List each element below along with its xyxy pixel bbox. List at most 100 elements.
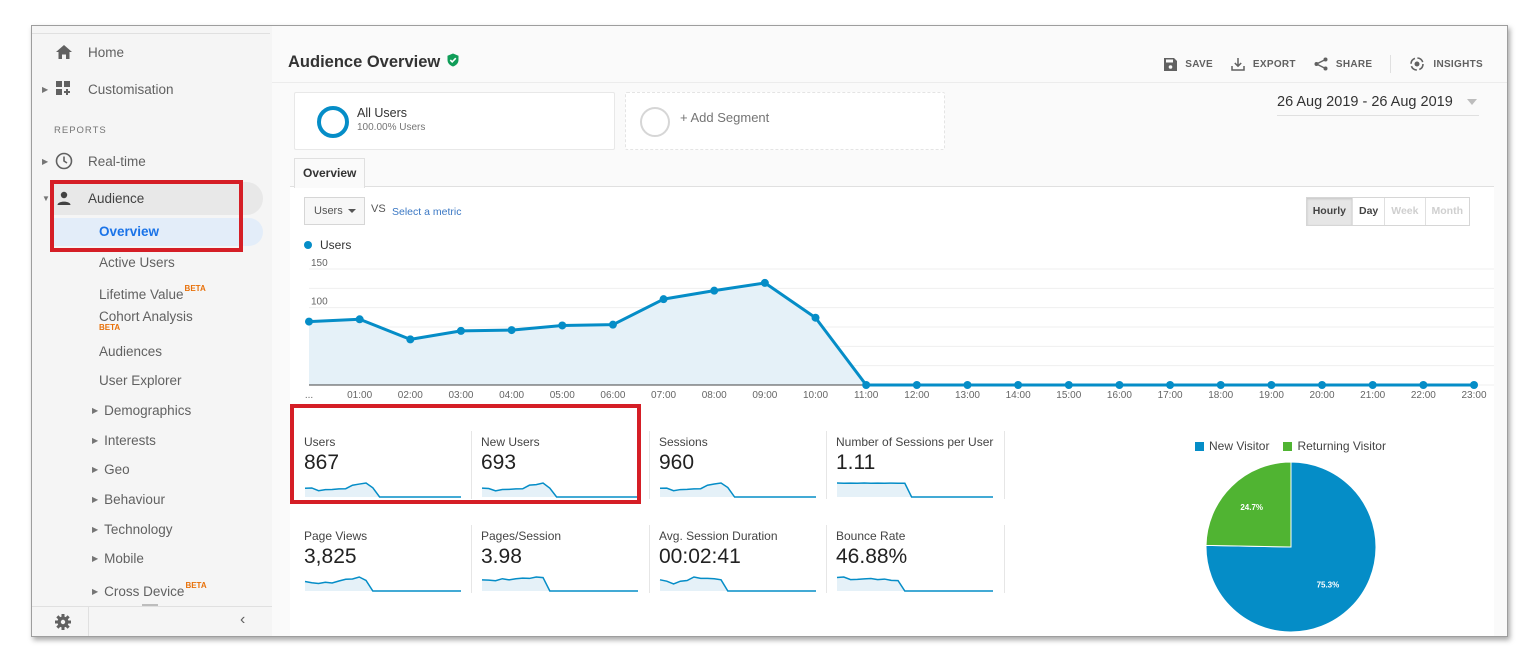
users-data-point[interactable] [406, 335, 415, 344]
metric-avg-session-duration[interactable]: Avg. Session Duration 00:02:41 [649, 521, 836, 601]
users-data-point[interactable] [1166, 381, 1175, 389]
date-range-picker[interactable]: 26 Aug 2019 - 26 Aug 2019 [1277, 94, 1479, 116]
empty-segment-ring-icon [640, 107, 670, 137]
sidebar-subitem-geo[interactable]: ▶ Geo [92, 462, 130, 477]
users-data-point[interactable] [912, 381, 921, 389]
users-data-point[interactable] [608, 320, 617, 329]
sidebar-subitem-demographics[interactable]: ▶ Demographics [92, 403, 191, 418]
x-tick-label: 04:00 [499, 390, 524, 401]
collapse-sidebar-icon[interactable]: ‹ [240, 611, 245, 629]
metric-label: Avg. Session Duration [659, 529, 778, 543]
users-data-point[interactable] [1470, 381, 1478, 389]
sidebar-item-home[interactable]: Home [32, 37, 270, 67]
users-data-point[interactable] [862, 381, 871, 389]
metric-divider [649, 431, 650, 499]
users-data-point[interactable] [1267, 381, 1276, 389]
sidebar-subitem-interests[interactable]: ▶ Interests [92, 433, 156, 448]
pie-legend-new-visitor: New Visitor [1195, 439, 1269, 453]
x-tick-label: 15:00 [1056, 390, 1081, 401]
metric-divider [649, 525, 650, 593]
users-data-point[interactable] [659, 295, 668, 304]
sidebar-subitem-mobile[interactable]: ▶ Mobile [92, 551, 144, 566]
metric-bounce-rate[interactable]: Bounce Rate 46.88% [826, 521, 1013, 601]
users-data-point[interactable] [1014, 381, 1023, 389]
pie-legend: New Visitor Returning Visitor [1195, 439, 1386, 453]
add-segment-button[interactable]: + Add Segment [680, 110, 769, 125]
sidebar-subitem-active-users[interactable]: Active Users [99, 255, 175, 270]
caret-right-icon: ▶ [92, 436, 99, 445]
sidebar-subitem-label: Mobile [104, 551, 144, 566]
metric-sparkline [836, 482, 993, 498]
granularity-hourly[interactable]: Hourly [1306, 198, 1353, 225]
gear-icon[interactable] [54, 613, 72, 631]
metric-divider [1004, 525, 1005, 593]
users-data-point[interactable] [1115, 381, 1124, 389]
users-data-point[interactable] [558, 321, 567, 330]
export-button[interactable]: EXPORT [1231, 57, 1296, 71]
caret-right-icon: ▶ [92, 554, 99, 563]
x-tick-label: 05:00 [550, 390, 575, 401]
users-data-point[interactable] [355, 315, 364, 324]
sidebar-subitem-lifetime-value[interactable]: Lifetime ValueBETA [99, 284, 206, 302]
sidebar-subitem-behaviour[interactable]: ▶ Behaviour [92, 492, 165, 507]
metric-users[interactable]: Users 867 [304, 427, 481, 507]
users-data-point[interactable] [760, 278, 769, 287]
sidebar-item-realtime[interactable]: ▶ Real-time [32, 146, 270, 176]
insights-icon [1410, 57, 1425, 71]
users-data-point[interactable] [1318, 381, 1327, 389]
metric-value: 00:02:41 [659, 545, 741, 568]
x-tick-label: ... [305, 390, 313, 401]
sidebar-item-label: Real-time [88, 153, 146, 169]
metric-divider [1004, 431, 1005, 499]
tab-overview[interactable]: Overview [294, 158, 366, 188]
chevron-down-icon [348, 209, 356, 213]
segment-all-users[interactable]: All Users 100.00% Users [294, 92, 615, 150]
insights-label: INSIGHTS [1433, 58, 1483, 70]
sidebar-subitem-cross-device[interactable]: ▶ Cross DeviceBETA [92, 581, 207, 599]
visitor-pie-chart: 75.3% 24.7% [1205, 461, 1377, 633]
metric-label: Page Views [304, 529, 368, 543]
add-segment-card[interactable]: + Add Segment [625, 92, 945, 150]
metric-pages-session[interactable]: Pages/Session 3.98 [471, 521, 658, 601]
granularity-day[interactable]: Day [1352, 198, 1386, 225]
users-data-point[interactable] [710, 286, 719, 295]
users-data-point[interactable] [507, 326, 516, 335]
metric-new-users[interactable]: New Users 693 [471, 427, 658, 507]
segment-percentage: 100.00% Users [357, 122, 426, 133]
metric-number-of-sessions-per-user[interactable]: Number of Sessions per User 1.11 [826, 427, 1013, 507]
sidebar-item-label: Audience [88, 190, 145, 206]
sidebar-item-customisation[interactable]: ▶ Customisation [32, 74, 270, 104]
caret-right-icon: ▶ [92, 525, 99, 534]
sidebar-subitem-label: Cohort Analysis [99, 309, 193, 324]
metric-value: 3,825 [304, 545, 357, 568]
users-area-fill [309, 282, 1474, 385]
users-data-point[interactable] [811, 313, 820, 322]
metric-sessions[interactable]: Sessions 960 [649, 427, 836, 507]
users-data-point[interactable] [456, 326, 465, 335]
x-tick-label: 09:00 [752, 390, 777, 401]
sidebar-subitem-label: Geo [104, 462, 130, 477]
save-button[interactable]: SAVE [1164, 57, 1213, 71]
sidebar-item-label: Home [88, 44, 125, 60]
metric-page-views[interactable]: Page Views 3,825 [304, 521, 481, 601]
sidebar-subitem-technology[interactable]: ▶ Technology [92, 522, 172, 537]
sparkline-area [837, 483, 993, 497]
sidebar-subitem-user-explorer[interactable]: User Explorer [99, 373, 182, 388]
users-data-point[interactable] [1216, 381, 1225, 389]
y-tick-label: 100 [311, 297, 328, 308]
select-metric-link[interactable]: Select a metric [392, 206, 461, 218]
users-data-point[interactable] [1368, 381, 1377, 389]
share-button[interactable]: SHARE [1314, 57, 1373, 71]
insights-button[interactable]: INSIGHTS [1409, 56, 1483, 72]
users-data-point[interactable] [1064, 381, 1073, 389]
users-data-point[interactable] [963, 381, 972, 389]
users-data-point[interactable] [305, 317, 313, 326]
sidebar-subitem-cohort-analysis[interactable]: Cohort Analysis BETA [99, 309, 193, 332]
sidebar-item-audience[interactable]: ▼ Audience [32, 183, 270, 213]
x-tick-label: 08:00 [702, 390, 727, 401]
sidebar-subitem-audiences[interactable]: Audiences [99, 344, 162, 359]
users-data-point[interactable] [1419, 381, 1428, 389]
metric-select-dropdown[interactable]: Users [304, 197, 365, 225]
report-actions: SAVE EXPORT SHARE INSIGHTS [1164, 55, 1483, 73]
sidebar-subitem-overview[interactable]: Overview [99, 224, 159, 239]
